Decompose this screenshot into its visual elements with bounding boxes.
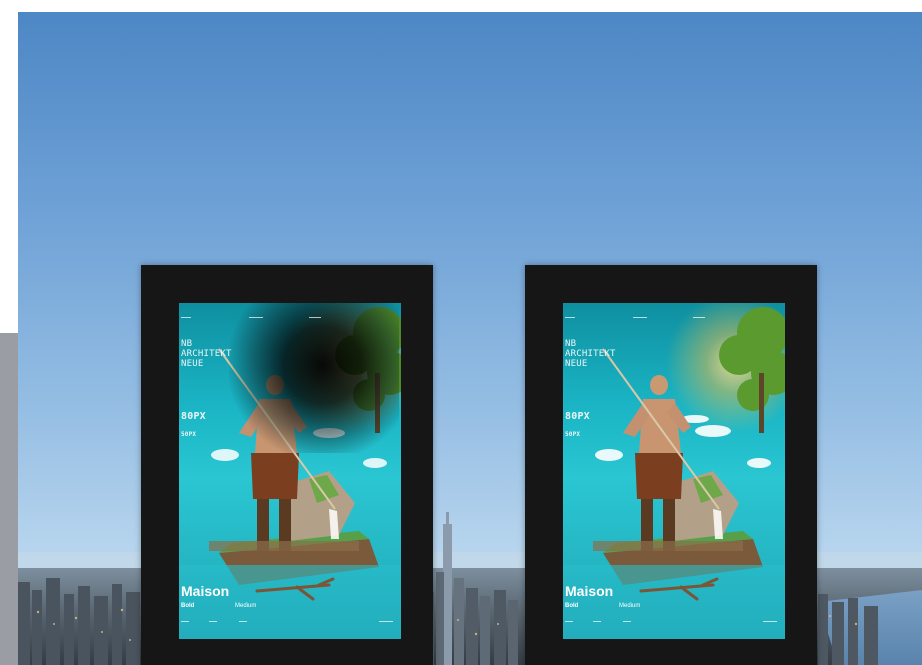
footer-line — [763, 621, 777, 622]
tree — [719, 307, 785, 411]
header-line — [181, 317, 191, 318]
size-large-label: 80PX — [181, 411, 206, 422]
size-large-label: 80PX — [565, 411, 590, 422]
dark-blob-overlay — [229, 303, 399, 453]
footer-line — [239, 621, 247, 622]
title-line: NEUE — [181, 359, 204, 369]
footer-line — [181, 621, 189, 622]
poster-artwork-1: NB ARCHITEKT NEUE 80PX 50PX Maison Bold … — [179, 303, 401, 639]
header-line — [565, 317, 575, 318]
brand-name: Maison — [181, 583, 230, 599]
left-gray-strip — [0, 333, 18, 665]
weight-bold-label: Bold — [565, 603, 579, 609]
brand-name: Maison — [565, 583, 614, 599]
poster-frame-1: NB ARCHITEKT NEUE 80PX 50PX Maison Bold … — [141, 265, 433, 665]
title-line: NEUE — [565, 359, 588, 369]
title-line: ARCHITEKT — [565, 349, 616, 359]
weight-medium-label: Medium — [235, 603, 257, 609]
footer-line — [623, 621, 631, 622]
poster-artwork-2: NB ARCHITEKT NEUE 80PX 50PX Maison Bold … — [563, 303, 785, 639]
header-line — [309, 317, 321, 318]
title-line: NB — [181, 339, 193, 349]
photo-stage: NB ARCHITEKT NEUE 80PX 50PX Maison Bold … — [0, 0, 922, 665]
water-base — [563, 565, 785, 639]
poster-frame-2: NB ARCHITEKT NEUE 80PX 50PX Maison Bold … — [525, 265, 817, 665]
weight-bold-label: Bold — [181, 603, 195, 609]
header-line — [249, 317, 263, 318]
footer-line — [593, 621, 601, 622]
footer-line — [379, 621, 393, 622]
header-line — [693, 317, 705, 318]
buildings-left — [18, 578, 140, 665]
size-small-label: 50PX — [181, 431, 197, 438]
weight-medium-label: Medium — [619, 603, 641, 609]
water-base — [179, 565, 401, 639]
footer-line — [565, 621, 573, 622]
poster-title: NB ARCHITEKT NEUE — [565, 339, 655, 369]
title-line: NB — [565, 339, 577, 349]
header-line — [633, 317, 647, 318]
title-line: ARCHITEKT — [181, 349, 232, 359]
poster-title: NB ARCHITEKT NEUE — [181, 339, 271, 369]
footer-line — [209, 621, 217, 622]
size-small-label: 50PX — [565, 431, 581, 438]
